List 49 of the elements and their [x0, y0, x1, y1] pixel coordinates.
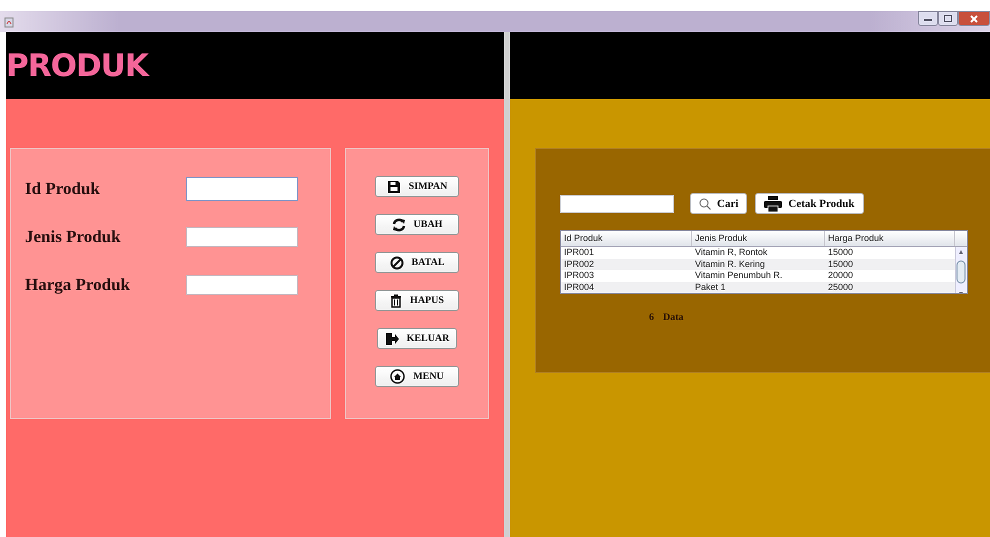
- printer-icon: [764, 196, 782, 212]
- table-cell-text: IPR004: [563, 282, 596, 293]
- table-cell-text: 20000: [827, 270, 854, 282]
- minimize-icon: [924, 16, 932, 20]
- refresh-icon: [392, 218, 406, 232]
- input-field[interactable]: [186, 226, 298, 246]
- action-button[interactable]: BATAL: [375, 252, 459, 273]
- scrollbar[interactable]: [955, 247, 967, 293]
- table-cell-text: Vitamin Penumbuh R.: [694, 270, 784, 282]
- cancel-icon: [390, 256, 404, 270]
- input-field[interactable]: [186, 176, 298, 200]
- table-cell-text: IPR002: [563, 258, 596, 270]
- action-button[interactable]: SIMPAN: [375, 176, 459, 197]
- app-icon: [4, 16, 14, 28]
- floppy-icon: [386, 180, 401, 194]
- home-icon: [390, 369, 406, 384]
- menu-button[interactable]: MENU: [375, 366, 459, 387]
- action-button[interactable]: HAPUS: [375, 290, 459, 311]
- exit-icon: [384, 332, 399, 346]
- close-icon: [970, 14, 978, 22]
- table-cell-text: 15000: [827, 247, 854, 258]
- exit-button[interactable]: KELUAR: [377, 328, 457, 349]
- close-button[interactable]: [958, 11, 990, 26]
- minimize-button[interactable]: [918, 11, 938, 26]
- table-cell-text: Paket 1: [694, 282, 727, 293]
- table-cell-text: 15000: [827, 258, 854, 270]
- maximize-button[interactable]: [938, 11, 958, 26]
- field-label: Id Produk: [25, 178, 100, 198]
- action-button[interactable]: UBAH: [375, 214, 459, 235]
- search-button[interactable]: Cari: [690, 193, 748, 214]
- page-title: PRODUK: [6, 48, 148, 84]
- column-header[interactable]: Jenis Produk: [692, 231, 825, 246]
- column-header[interactable]: Harga Produk: [825, 231, 955, 246]
- input-field[interactable]: [186, 274, 298, 294]
- print-button[interactable]: Cetak Produk: [755, 193, 864, 214]
- trash-icon: [390, 294, 402, 308]
- search-icon: [699, 198, 711, 210]
- table-cell-text: Vitamin R. Kering: [694, 258, 766, 270]
- table-cell-text: 25000: [827, 282, 854, 293]
- table-cell-text: IPR001: [563, 247, 596, 258]
- table-cell-text: IPR003: [563, 270, 596, 282]
- table-cell-text: Vitamin R, Rontok: [694, 247, 768, 258]
- search-field[interactable]: [560, 194, 674, 212]
- data-count: 6: [649, 312, 654, 323]
- maximize-icon: [944, 15, 952, 22]
- field-label: Jenis Produk: [25, 226, 121, 246]
- data-label: Data: [663, 312, 684, 323]
- column-header[interactable]: Id Produk: [561, 231, 692, 246]
- field-label: Harga Produk: [25, 274, 130, 294]
